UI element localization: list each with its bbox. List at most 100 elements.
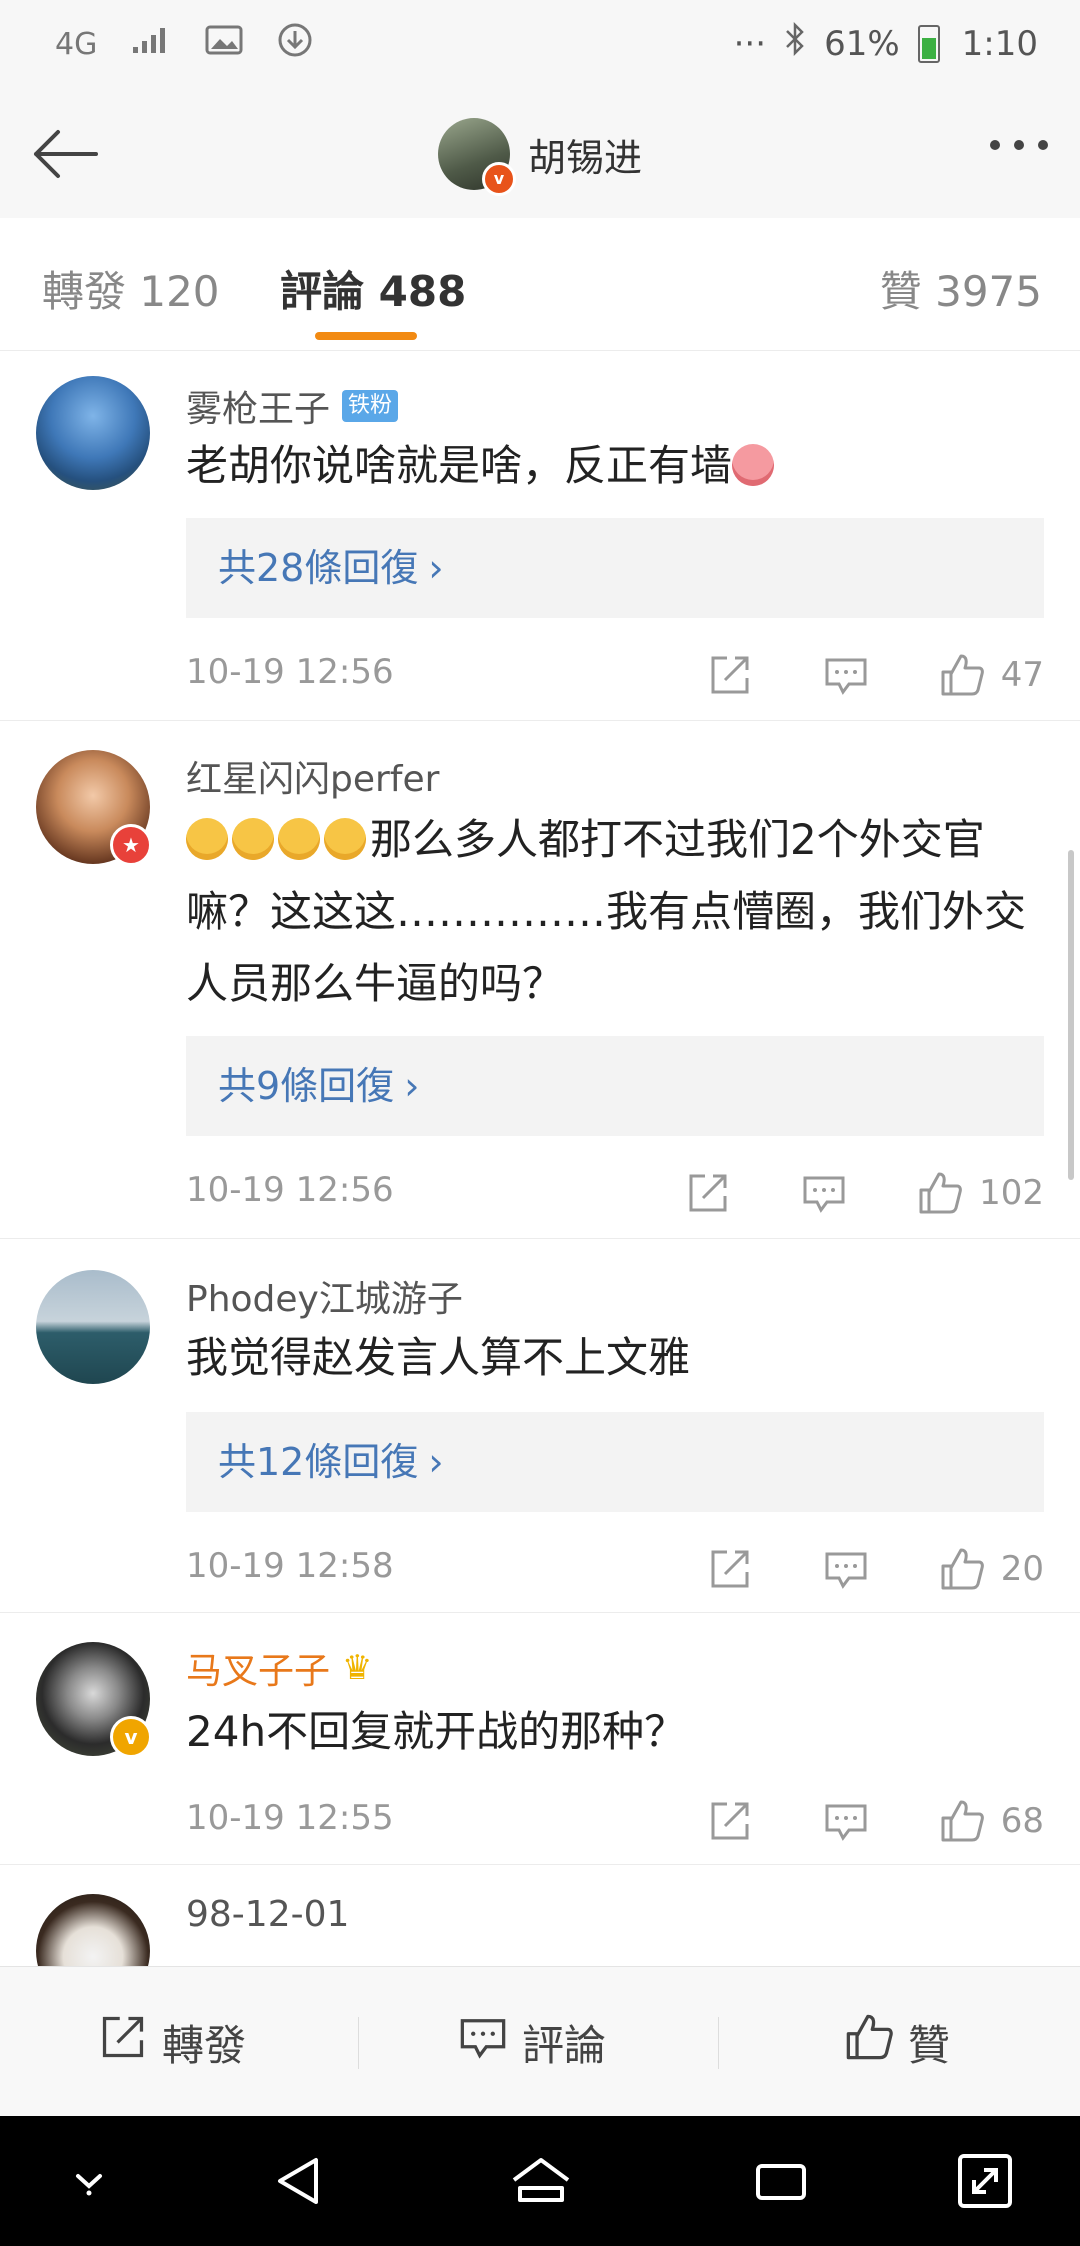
comment-timestamp: 10-19 12:56 [186, 652, 394, 692]
username-text: 98-12-01 [186, 1894, 350, 1935]
chevron-right-icon: › [428, 546, 444, 590]
tab-likes[interactable]: 贊 3975 [880, 258, 1042, 319]
back-triangle-icon[interactable] [266, 2146, 336, 2216]
reply-comment-icon[interactable] [823, 652, 869, 698]
repost-button[interactable]: 轉發 [98, 1967, 246, 2117]
comment-icon [458, 2012, 508, 2072]
system-nav-bar [0, 2116, 1080, 2246]
share-icon[interactable] [707, 652, 753, 698]
avatar[interactable]: v [36, 1642, 152, 1758]
username-text: 雾枪王子 [186, 389, 331, 430]
comment-username[interactable]: 马叉子子 ♛ [186, 1642, 373, 1694]
comment-body: 老胡你说啥就是啥，反正有墙 [186, 441, 733, 490]
comment-username[interactable]: 红星闪闪perfer [186, 750, 439, 802]
verified-badge-icon: v [110, 1716, 152, 1758]
like-count: 102 [979, 1173, 1044, 1213]
avatar[interactable] [36, 376, 150, 490]
tab-reposts[interactable]: 轉發 120 [42, 258, 220, 319]
avatar[interactable] [36, 1270, 150, 1384]
home-icon[interactable] [506, 2146, 576, 2216]
reply-comment-icon[interactable] [823, 1798, 869, 1844]
bluetooth-icon [784, 21, 806, 65]
like-thumb-icon[interactable] [939, 1798, 985, 1844]
share-icon[interactable] [707, 1798, 753, 1844]
like-button[interactable]: 贊 [844, 1967, 950, 2117]
comment-username[interactable]: 雾枪王子 铁粉 [186, 380, 399, 432]
verified-badge-icon: v [482, 162, 516, 196]
avatar[interactable] [36, 1894, 150, 1966]
divider [358, 2017, 359, 2069]
comment-text: 那么多人都打不过我们2个外交官嘛？这这这……………我有点懵圈，我们外交人员那么牛… [186, 804, 1046, 1020]
signal-icon [131, 25, 171, 63]
status-left: 4G [55, 22, 313, 66]
view-replies-button[interactable]: 共12條回復 › [186, 1412, 1044, 1512]
profile-title[interactable]: v 胡锡进 [438, 118, 642, 196]
battery-percent: 61% [824, 23, 900, 64]
like-label: 贊 [908, 2020, 951, 2070]
comment-timestamp: 10-19 12:55 [186, 1798, 394, 1838]
comment-item: Phodey江城游子 我觉得赵发言人算不上文雅 共12條回復 › 10-19 12… [0, 1238, 1080, 1613]
comment-body: 24h不回复就开战的那种？ [186, 1707, 687, 1756]
comment-item: ★ 红星闪闪perfer 那么多人都打不过我们2个外交官嘛？这这这……………我有… [0, 720, 1080, 1239]
comment-body: 我觉得赵发言人算不上文雅 [186, 1333, 691, 1382]
comment-item: 98-12-01 [0, 1864, 1080, 1966]
red-star-badge-icon: ★ [110, 824, 152, 866]
like-thumb-icon[interactable] [917, 1170, 963, 1216]
comment-actions: 68 [707, 1798, 1044, 1844]
battery-icon [917, 24, 940, 63]
comment-item: 雾枪王子 铁粉 老胡你说啥就是啥，反正有墙 共28條回復 › 10-19 12:5… [0, 350, 1080, 721]
laughing-pig-emoji-icon [732, 444, 775, 486]
image-icon [205, 24, 243, 64]
comment-username[interactable]: Phodey江城游子 [186, 1270, 463, 1322]
comment-meta: 10-19 12:58 20 [186, 1546, 1044, 1596]
username-text: Phodey江城游子 [186, 1279, 463, 1320]
download-icon [277, 22, 313, 66]
reply-comment-icon[interactable] [823, 1546, 869, 1592]
like-thumb-icon [844, 2012, 894, 2072]
comment-meta: 10-19 12:56 102 [186, 1170, 1044, 1220]
status-bar: 4G ··· 61% 1:10 [0, 0, 1080, 90]
chevron-down-icon[interactable] [54, 2146, 124, 2216]
more-options-icon[interactable] [990, 140, 1048, 150]
comment-text: 我觉得赵发言人算不上文雅 [186, 1322, 1046, 1394]
username-text: 红星闪闪perfer [186, 759, 440, 800]
comment-button[interactable]: 評論 [458, 1967, 606, 2117]
expand-icon[interactable] [950, 2146, 1020, 2216]
more-dots-icon: ··· [733, 23, 767, 64]
crown-vip-icon: ♛ [342, 1648, 373, 1688]
like-count: 47 [1000, 655, 1044, 695]
comment-meta: 10-19 12:55 68 [186, 1798, 1044, 1848]
tab-bar: 轉發 120 評論 488 贊 3975 [0, 218, 1080, 351]
tab-comments[interactable]: 評論 488 [280, 258, 466, 319]
view-replies-button[interactable]: 共9條回復 › [186, 1036, 1044, 1136]
bottom-action-bar: 轉發 評論 贊 [0, 1966, 1080, 2117]
scrollbar[interactable] [1068, 850, 1074, 1180]
comment-actions: 47 [707, 652, 1044, 698]
comment-label: 評論 [522, 2020, 607, 2070]
recent-apps-icon[interactable] [746, 2146, 816, 2216]
replies-label: 共28條回復 [218, 546, 419, 590]
view-replies-button[interactable]: 共28條回復 › [186, 518, 1044, 618]
replies-label: 共9條回復 [218, 1064, 395, 1108]
comment-text: 老胡你说啥就是啥，反正有墙 [186, 430, 1046, 502]
comment-actions: 20 [707, 1546, 1044, 1592]
active-tab-indicator [315, 332, 417, 340]
comment-actions: 102 [685, 1170, 1044, 1216]
share-icon[interactable] [685, 1170, 731, 1216]
like-thumb-icon[interactable] [939, 1546, 985, 1592]
back-arrow-icon[interactable] [24, 114, 110, 194]
4g-icon: 4G [55, 26, 98, 62]
top-bar: v 胡锡进 [0, 90, 1080, 219]
like-count: 20 [1000, 1549, 1044, 1589]
reply-comment-icon[interactable] [801, 1170, 847, 1216]
avatar[interactable]: ★ [36, 750, 152, 866]
comment-username[interactable]: 98-12-01 [186, 1894, 349, 1935]
like-thumb-icon[interactable] [939, 652, 985, 698]
replies-label: 共12條回復 [218, 1440, 419, 1484]
share-icon[interactable] [707, 1546, 753, 1592]
comment-item: v 马叉子子 ♛ 24h不回复就开战的那种？ 10-19 12:55 68 [0, 1612, 1080, 1865]
repost-label: 轉發 [162, 2020, 247, 2070]
divider [718, 2017, 719, 2069]
crying-laughing-emoji-icon [324, 818, 366, 860]
avatar[interactable]: v [438, 118, 516, 196]
